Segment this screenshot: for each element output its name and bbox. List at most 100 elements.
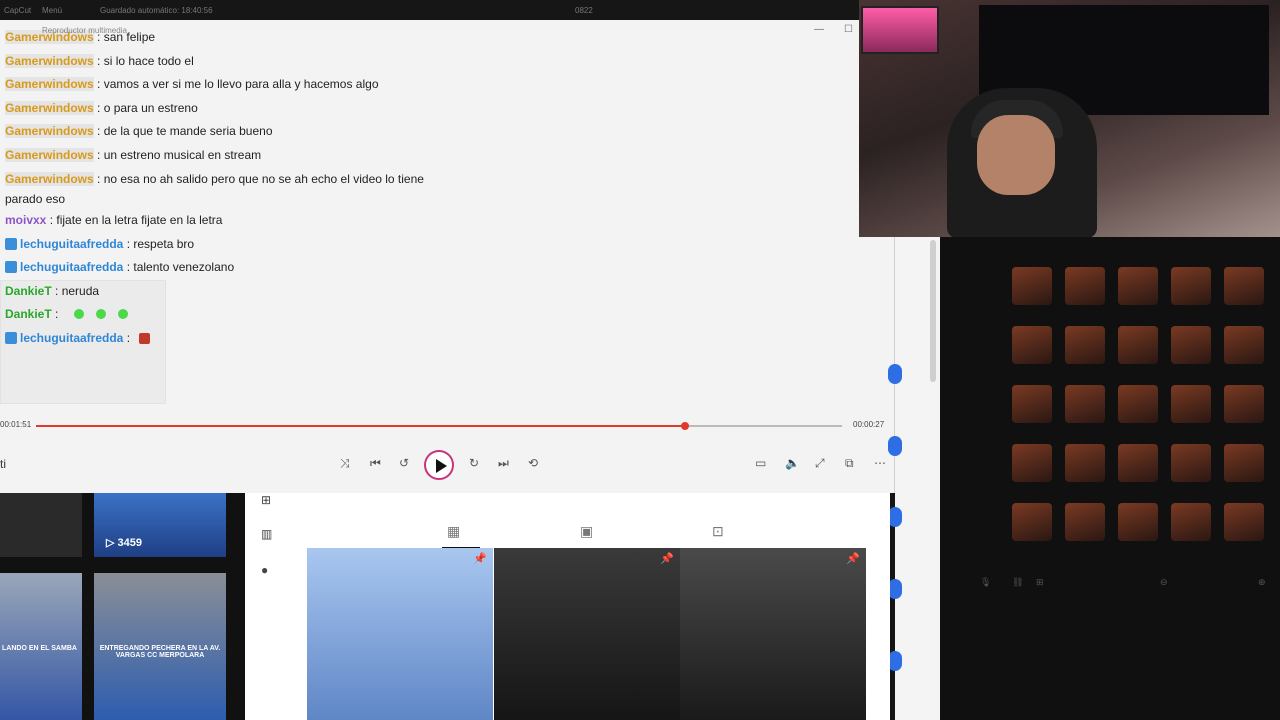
effect-tile[interactable] [1118,267,1158,305]
green-emote-icon [95,309,106,319]
seek-handle[interactable] [680,422,689,430]
effect-tile[interactable] [1065,267,1105,305]
side-tab-button[interactable] [888,579,902,599]
effect-tile[interactable] [1224,385,1264,423]
effect-tile[interactable] [1065,444,1105,482]
chat-message: Gamerwindows : san felipe [5,30,156,44]
subscriber-badge-icon [5,331,17,344]
thumbnail-caption: LANDO EN EL SAMBA [2,645,77,652]
fullscreen-icon[interactable]: ⤢ [815,456,825,471]
zoom-in-icon[interactable]: ⊕ [1258,577,1266,588]
view-count: ▷ 3459 [106,537,142,549]
video-thumbnails: ▷ 3459 LANDO EN EL SAMBA ENTREGANDO PECH… [0,493,245,720]
effect-tile[interactable] [1012,444,1052,482]
effect-tile[interactable] [1224,444,1264,482]
chat-message: Gamerwindows : o para un estreno [5,100,198,115]
side-tab-button[interactable] [888,507,902,527]
volume-icon[interactable]: 🔈 [785,456,800,470]
mini-player-icon[interactable]: ⧉ [845,456,854,471]
pin-icon: 📌 [660,553,674,565]
post-thumbnail[interactable]: 📌 [680,548,866,720]
chat-username: Gamerwindows [5,124,94,138]
side-tab-button[interactable] [888,364,902,384]
add-icon[interactable]: ⊞ [261,493,271,507]
posts-grid-icon[interactable]: ▦ [447,523,460,540]
effect-tile[interactable] [1012,267,1052,305]
chat-username: moivxx [5,213,47,227]
post-thumbnail[interactable]: 📌 [494,548,680,720]
effect-tile[interactable] [1012,503,1052,541]
rewind-10-icon[interactable]: ↺ [399,456,409,470]
chat-text: respeta bro [133,236,195,251]
menu-button[interactable]: Menú [42,6,62,15]
effect-tile[interactable] [1065,385,1105,423]
chat-message: Gamerwindows : si lo hace todo el [5,53,194,68]
side-tab-button[interactable] [888,436,902,456]
video-thumbnail[interactable]: ENTREGANDO PECHERA EN LA AV. VARGAS CC M… [94,573,226,720]
effect-tile[interactable] [1171,326,1211,364]
repeat-icon[interactable]: ⟲ [528,456,538,470]
avatar[interactable]: ● [261,563,268,577]
stats-icon[interactable]: ▥ [261,527,272,541]
chat-username: Gamerwindows [5,147,94,162]
side-tab-button[interactable] [888,651,902,671]
video-thumbnail[interactable]: ▷ 3459 [94,493,226,557]
effect-tile[interactable] [1171,267,1211,305]
effect-tile[interactable] [1118,503,1158,541]
chat-username: DankieT [5,307,52,321]
green-emote-icon [73,309,84,319]
next-icon[interactable]: ⏭ [498,456,509,471]
maximize-button[interactable]: ☐ [844,24,853,35]
previous-icon[interactable]: ⏮ [370,456,381,471]
chat-message: DankieT : [0,305,470,329]
seek-track[interactable] [36,422,842,430]
chat-text: neruda [61,283,100,298]
effect-tile[interactable] [1224,326,1264,364]
play-button[interactable] [424,450,454,480]
microphone-icon[interactable]: 🎙 [980,577,991,588]
shuffle-icon[interactable]: ⤨ [340,456,350,471]
subtitles-icon[interactable]: ▭ [755,456,766,470]
subscriber-badge-icon [5,237,17,250]
chat-message: Gamerwindows : no esa no ah salido pero … [5,172,424,206]
chat-log: Gamerwindows : san felipe Gamerwindows :… [0,28,470,352]
effect-tile[interactable] [1118,385,1158,423]
seek-bar[interactable]: 00:01:51 00:00:27 [0,418,895,432]
split-icon[interactable]: ⊞ [1036,577,1044,588]
minimize-button[interactable]: — [814,24,824,35]
tagged-icon[interactable]: ⊡ [712,523,724,540]
scrollbar[interactable] [930,240,936,382]
post-thumbnail[interactable]: 📌 [307,548,493,720]
elapsed-time: 00:01:51 [0,420,32,429]
video-thumbnail[interactable] [0,493,82,557]
effect-tile[interactable] [1171,503,1211,541]
effect-tile[interactable] [1065,503,1105,541]
effect-tile[interactable] [1065,326,1105,364]
red-emote-icon [139,332,151,344]
effect-tile[interactable] [1118,444,1158,482]
link-icon[interactable]: ⛓ [1012,577,1023,588]
effect-tile[interactable] [1012,326,1052,364]
game-monitor [861,6,939,54]
chat-message: DankieT : neruda [5,283,100,298]
app-name: CapCut [4,6,32,15]
chat-text: vamos a ver si me lo llevo para alla y h… [103,77,379,91]
effect-tile[interactable] [1171,444,1211,482]
chat-text: de la que te mande seria bueno [103,124,273,138]
chat-username: Gamerwindows [5,100,94,115]
effect-tile[interactable] [1118,326,1158,364]
chat-message: lechuguitaafredda : [0,329,470,353]
effects-panel: 🎙 ⛓ ⊞ ⊖ ⊕ [940,237,1280,720]
forward-30-icon[interactable]: ↻ [469,456,479,470]
more-options-icon[interactable]: ⋯ [874,456,886,470]
video-thumbnail[interactable]: LANDO EN EL SAMBA [0,573,82,720]
pin-icon: 📌 [473,553,487,565]
effect-tile[interactable] [1224,267,1264,305]
effect-tile[interactable] [1171,385,1211,423]
zoom-out-icon[interactable]: ⊖ [1160,577,1168,588]
thumbnail-caption: ENTREGANDO PECHERA EN LA AV. VARGAS CC M… [99,645,221,659]
effect-tile[interactable] [1224,503,1264,541]
chat-text: talento venezolano [133,260,235,274]
effect-tile[interactable] [1012,385,1052,423]
reels-icon[interactable]: ▣ [580,523,593,540]
